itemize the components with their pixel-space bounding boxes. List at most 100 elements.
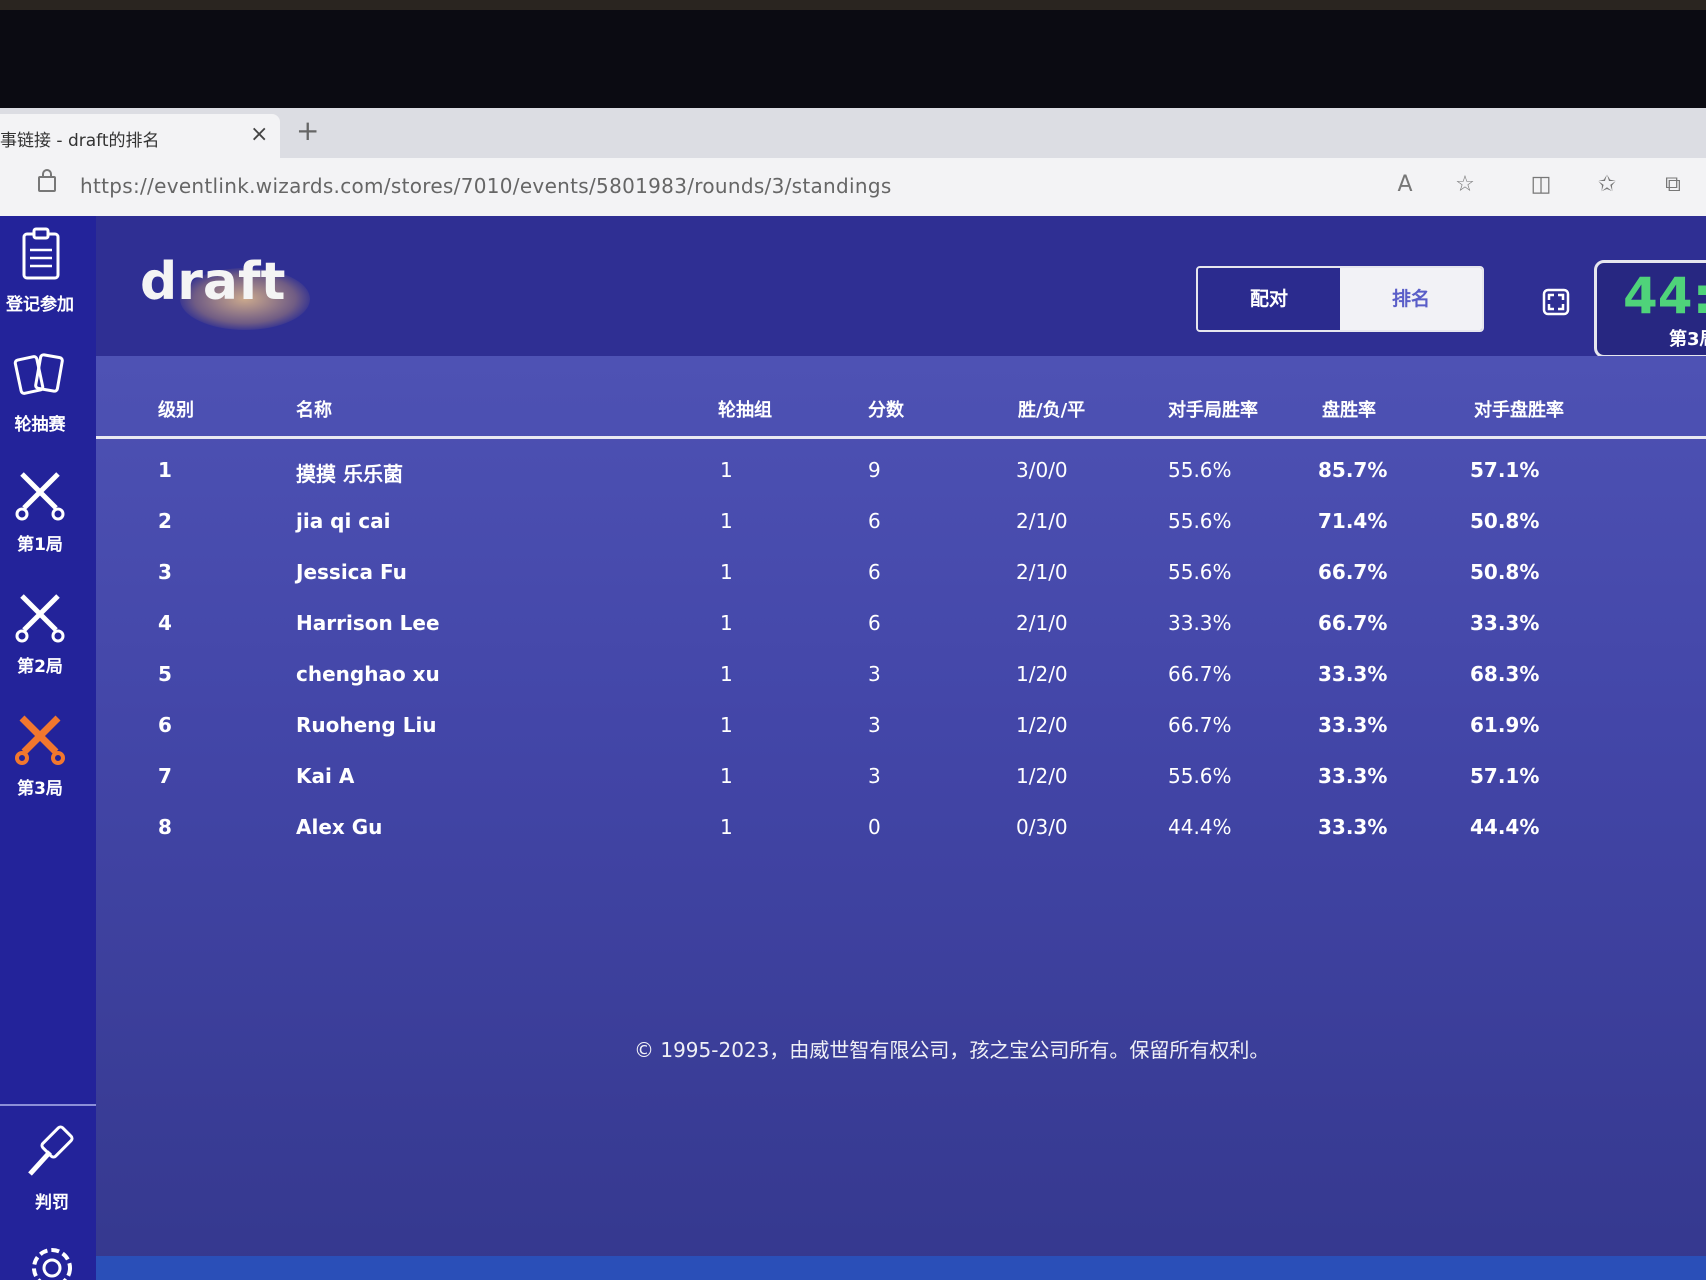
crossed-swords-icon <box>15 715 65 765</box>
cell-points: 3 <box>868 713 881 737</box>
cell-omw: 66.7% <box>1168 662 1232 686</box>
sidebar-item-label: 判罚 <box>35 1193 69 1213</box>
cell-name: jia qi cai <box>296 509 391 533</box>
table-row: 5 chenghao xu 1 3 1/2/0 66.7% 33.3% 68.3… <box>96 650 1706 701</box>
eventlink-app: 登记参加 轮抽赛 第1局 第2局 第3局 判罚 draft 配对 排名 44: … <box>0 216 1706 1280</box>
cell-record: 1/2/0 <box>1016 662 1068 686</box>
cell-record: 2/1/0 <box>1016 611 1068 635</box>
cell-pod: 1 <box>720 764 733 788</box>
cell-omw: 55.6% <box>1168 560 1232 584</box>
table-row: 1 摸摸 乐乐菌 1 9 3/0/0 55.6% 85.7% 57.1% <box>96 446 1706 497</box>
header-divider <box>96 436 1706 439</box>
cell-pod: 1 <box>720 662 733 686</box>
cell-record: 3/0/0 <box>1016 458 1068 482</box>
page-title: draft <box>140 252 286 312</box>
cell-omw: 66.7% <box>1168 713 1232 737</box>
cell-ogw: 61.9% <box>1470 713 1540 737</box>
monitor-bezel <box>0 0 1706 108</box>
cell-ogw: 44.4% <box>1470 815 1540 839</box>
cell-rank: 1 <box>158 458 172 482</box>
sidebar-item-round-1[interactable]: 第1局 <box>0 464 80 555</box>
table-row: 3 Jessica Fu 1 6 2/1/0 55.6% 66.7% 50.8% <box>96 548 1706 599</box>
cell-record: 2/1/0 <box>1016 509 1068 533</box>
sidebar-item-round-3[interactable]: 第3局 <box>0 708 80 799</box>
address-bar: https://eventlink.wizards.com/stores/701… <box>0 158 1706 216</box>
collections-icon[interactable]: ⧉ <box>1660 172 1686 198</box>
new-tab-icon[interactable]: + <box>296 116 319 146</box>
cell-omw: 33.3% <box>1168 611 1232 635</box>
table-row: 7 Kai A 1 3 1/2/0 55.6% 33.3% 57.1% <box>96 752 1706 803</box>
favorite-star-icon[interactable]: ☆ <box>1452 172 1478 198</box>
split-screen-icon[interactable]: ◫ <box>1528 172 1554 198</box>
read-aloud-icon[interactable]: A <box>1392 172 1418 198</box>
cell-pod: 1 <box>720 560 733 584</box>
sidebar-item-checkin[interactable]: 登记参加 <box>0 224 80 315</box>
cell-name: chenghao xu <box>296 662 440 686</box>
cell-omw: 55.6% <box>1168 509 1232 533</box>
sidebar-item-label: 第2局 <box>17 657 63 677</box>
column-header-record: 胜/负/平 <box>1018 400 1086 421</box>
sidebar-item-settings[interactable] <box>12 1234 92 1280</box>
sidebar-divider <box>0 1104 106 1106</box>
cell-ogw: 50.8% <box>1470 560 1540 584</box>
cell-rank: 7 <box>158 764 172 788</box>
favorites-list-icon[interactable]: ✩ <box>1594 172 1620 198</box>
view-toggle: 配对 排名 <box>1196 266 1484 332</box>
cell-name: Jessica Fu <box>296 560 407 584</box>
cell-gw: 33.3% <box>1318 713 1388 737</box>
sidebar-item-label: 第1局 <box>17 535 63 555</box>
cell-pod: 1 <box>720 815 733 839</box>
cell-pod: 1 <box>720 458 733 482</box>
url-field[interactable]: https://eventlink.wizards.com/stores/701… <box>80 174 892 198</box>
crossed-swords-icon <box>15 594 65 643</box>
cell-omw: 44.4% <box>1168 815 1232 839</box>
column-header-pod: 轮抽组 <box>718 400 772 421</box>
cell-omw: 55.6% <box>1168 458 1232 482</box>
sidebar-item-label: 第3局 <box>17 779 63 799</box>
cell-rank: 8 <box>158 815 172 839</box>
column-header-omw: 对手局胜率 <box>1168 400 1258 421</box>
browser-tab[interactable]: 事链接 - draft的排名 × <box>0 114 280 158</box>
cell-record: 1/2/0 <box>1016 764 1068 788</box>
cell-rank: 2 <box>158 509 172 533</box>
cell-gw: 33.3% <box>1318 815 1388 839</box>
cell-name: Alex Gu <box>296 815 383 839</box>
crossed-swords-icon <box>15 472 65 521</box>
cell-name: Ruoheng Liu <box>296 713 437 737</box>
column-header-name: 名称 <box>296 400 332 421</box>
cell-ogw: 50.8% <box>1470 509 1540 533</box>
cell-omw: 55.6% <box>1168 764 1232 788</box>
tab-standings[interactable]: 排名 <box>1340 268 1482 330</box>
cell-gw: 33.3% <box>1318 764 1388 788</box>
tab-close-icon[interactable]: × <box>250 122 268 147</box>
timer-round-label: 第3局 <box>1669 329 1706 350</box>
cell-gw: 66.7% <box>1318 560 1388 584</box>
cell-points: 3 <box>868 662 881 686</box>
bottom-strip <box>96 1256 1706 1280</box>
cell-rank: 6 <box>158 713 172 737</box>
fullscreen-icon[interactable] <box>1542 288 1570 316</box>
sidebar-item-label: 登记参加 <box>6 295 74 315</box>
cell-gw: 66.7% <box>1318 611 1388 635</box>
sidebar-item-label: 轮抽赛 <box>14 415 66 435</box>
cell-name: Kai A <box>296 764 355 788</box>
sidebar-item-penalty[interactable]: 判罚 <box>12 1122 92 1213</box>
cell-ogw: 57.1% <box>1470 764 1540 788</box>
round-timer: 44: 第3局 <box>1594 260 1706 358</box>
table-row: 8 Alex Gu 1 0 0/3/0 44.4% 33.3% 44.4% <box>96 803 1706 854</box>
browser-tab-bar: 事链接 - draft的排名 × + <box>0 108 1706 158</box>
page-header: draft 配对 排名 44: 第3局 <box>96 216 1706 358</box>
sidebar: 登记参加 轮抽赛 第1局 第2局 第3局 判罚 <box>0 216 106 1280</box>
tab-pairings[interactable]: 配对 <box>1198 268 1340 330</box>
column-header-gw: 盘胜率 <box>1322 400 1376 421</box>
sidebar-item-draft[interactable]: 轮抽赛 <box>0 344 80 435</box>
cell-pod: 1 <box>720 509 733 533</box>
cell-gw: 85.7% <box>1318 458 1388 482</box>
table-row: 6 Ruoheng Liu 1 3 1/2/0 66.7% 33.3% 61.9… <box>96 701 1706 752</box>
sidebar-item-round-2[interactable]: 第2局 <box>0 586 80 677</box>
cell-name: 摸摸 乐乐菌 <box>296 462 403 486</box>
lock-icon <box>38 169 56 192</box>
cell-points: 3 <box>868 764 881 788</box>
clipboard-icon <box>22 227 60 280</box>
copyright-footer: © 1995-2023，由威世智有限公司，孩之宝公司所有。保留所有权利。 <box>634 1038 1270 1062</box>
